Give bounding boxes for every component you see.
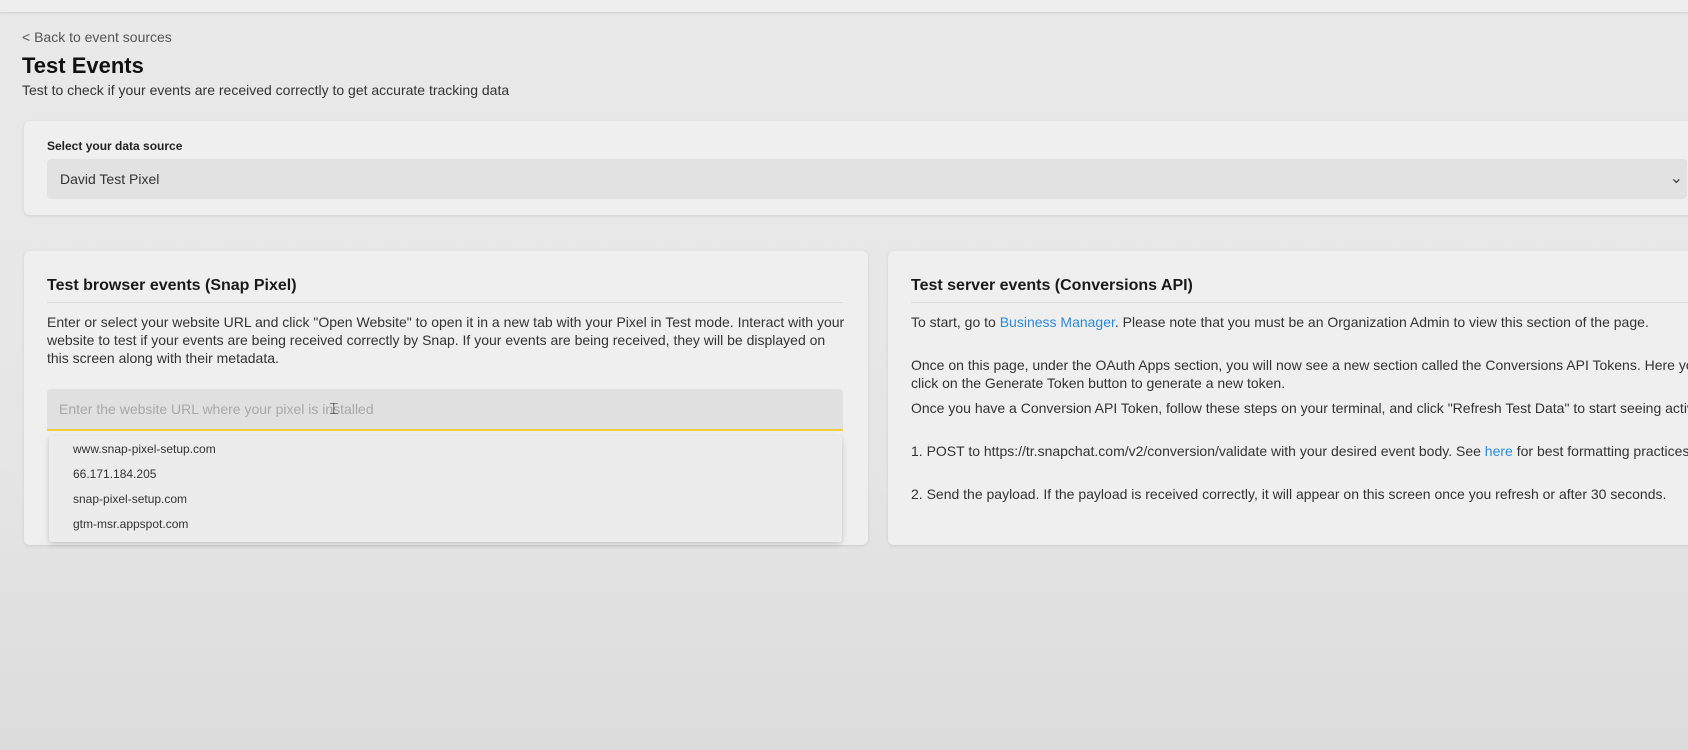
suggestion-item[interactable]: gtm-msr.appspot.com [49,511,842,537]
browser-events-card: Test browser events (Snap Pixel) Enter o… [24,251,868,545]
suggestion-item[interactable]: www.snap-pixel-setup.com [49,436,842,462]
data-source-select[interactable]: David Test Pixel ⌄ [47,159,1687,199]
suggestion-label: gtm-msr.appspot.com [73,517,189,531]
server-paragraph-1-start: To start, go to [911,314,1000,330]
suggestion-label: www.snap-pixel-setup.com [73,442,216,456]
page-subtitle: Test to check if your events are receive… [22,82,510,98]
server-paragraph-1-end: . Please note that you must be an Organi… [1114,314,1649,330]
top-bar [0,0,1688,13]
data-source-label: Select your data source [47,139,183,153]
server-step-1: 1. POST to https://tr.snapchat.com/v2/co… [911,442,1688,460]
business-manager-link[interactable]: Business Manager [1000,314,1115,330]
suggestion-label: 66.171.184.205 [73,467,157,481]
url-suggestions-dropdown: www.snap-pixel-setup.com 66.171.184.205 … [49,436,842,542]
formatting-practices-link[interactable]: here [1485,443,1513,459]
text-cursor-icon: ⌶ [329,399,339,418]
website-url-input[interactable] [47,389,843,429]
website-url-field: ⌶ [47,389,843,431]
server-paragraph-1: To start, go to Business Manager. Please… [911,313,1688,331]
server-events-title: Test server events (Conversions API) [911,277,1193,294]
server-paragraph-2: Once on this page, under the OAuth Apps … [911,357,1688,391]
suggestion-label: snap-pixel-setup.com [73,492,188,506]
browser-events-description: Enter or select your website URL and cli… [47,314,845,366]
divider [911,302,1688,303]
server-paragraph-3: Once you have a Conversion API Token, fo… [911,400,1688,416]
server-events-card: Test server events (Conversions API) To … [888,251,1688,545]
page-title: Test Events [22,53,144,78]
server-step-2: 2. Send the payload. If the payload is r… [911,486,1667,502]
suggestion-item[interactable]: 66.171.184.205 [49,461,842,487]
browser-events-title: Test browser events (Snap Pixel) [47,277,297,294]
data-source-card: Select your data source David Test Pixel… [24,121,1688,215]
data-source-selected-value: David Test Pixel [60,171,160,187]
divider [47,302,843,303]
server-step-1-end: for best formatting practices. [1512,443,1688,459]
chevron-down-icon[interactable]: ⌄ [1670,168,1683,188]
suggestion-item[interactable]: snap-pixel-setup.com [49,486,842,512]
back-to-event-sources-link[interactable]: < Back to event sources [22,29,172,45]
server-step-1-start: 1. POST to https://tr.snapchat.com/v2/co… [911,443,1485,459]
